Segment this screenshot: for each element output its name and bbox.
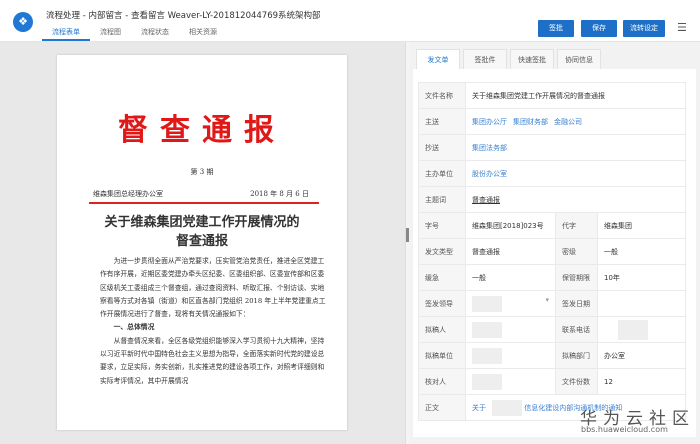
phone-value[interactable]: [597, 316, 686, 343]
red-divider: [89, 202, 319, 204]
title-line-1: 关于维森集团党建工作开展情况的: [104, 215, 300, 230]
dispatch-form-table: 文件名称 关于维森集团党建工作开展情况的督查通报 主送 集团办公厅 集团财务部 金融公司…: [418, 82, 686, 421]
recipient-link[interactable]: 集团财务部: [513, 118, 548, 126]
urgency-value[interactable]: 一般: [465, 264, 556, 291]
signer-select[interactable]: ▾: [465, 290, 556, 317]
splitter-handle[interactable]: [406, 228, 409, 242]
body-link-prefix: 关于: [472, 403, 486, 412]
label: 拟稿单位: [418, 342, 466, 369]
header: ❖ 流程处理 - 内部留言 - 查看留言 Weaver-LY-201812044…: [0, 0, 700, 42]
tab-resources[interactable]: 相关资源: [179, 26, 227, 41]
app-logo-icon: ❖: [13, 12, 33, 32]
label: 签发领导: [418, 290, 466, 317]
label: 代字: [555, 212, 598, 239]
issuing-org: 维森集团总经理办公室: [93, 190, 163, 198]
drafter-value[interactable]: [465, 316, 556, 343]
save-button[interactable]: 保存: [581, 20, 617, 37]
approve-button[interactable]: 签批: [538, 20, 574, 37]
code-value: 维森集团: [597, 212, 686, 239]
file-name-value[interactable]: 关于维森集团党建工作开展情况的督查通报: [465, 82, 686, 109]
secret-level-value[interactable]: 一般: [597, 238, 686, 265]
keyword-value[interactable]: 督查通报: [472, 196, 500, 204]
issue-date: 2018 年 8 月 6 日: [250, 190, 309, 198]
label: 字号: [418, 212, 466, 239]
recipient-link[interactable]: 金融公司: [554, 118, 582, 126]
watermark-url: bbs.huaweicloud.com: [581, 425, 668, 434]
tab-collab-info[interactable]: 协同信息: [557, 49, 601, 69]
cc-link[interactable]: 集团法务部: [472, 144, 507, 152]
document-viewer: 督查通报 第 3 期 维森集团总经理办公室 2018 年 8 月 6 日 关于维…: [0, 42, 405, 444]
tab-approval-doc[interactable]: 签批件: [463, 49, 507, 69]
label: 文件份数: [555, 368, 598, 395]
issue-number: 第 3 期: [190, 168, 214, 176]
chevron-down-icon[interactable]: ▾: [545, 296, 549, 304]
window-title: 流程处理 - 内部留言 - 查看留言 Weaver-LY-20181204476…: [46, 11, 321, 21]
transfer-settings-button[interactable]: 流转设定: [623, 20, 665, 37]
label: 正文: [418, 394, 466, 421]
title-line-2: 督查通报: [175, 234, 228, 249]
host-unit-link[interactable]: 股份办公室: [472, 170, 507, 178]
document-body: 为进一步贯彻全面从严治党要求，压实管党治党责任，推进全区党建工作有序开展，近期区…: [100, 255, 328, 388]
checker-value[interactable]: [465, 368, 556, 395]
label: 缓急: [418, 264, 466, 291]
tab-quick-approve[interactable]: 快速签批: [510, 49, 554, 69]
label: 签发日期: [555, 290, 598, 317]
tab-status[interactable]: 流程状态: [131, 26, 179, 41]
label: 核对人: [418, 368, 466, 395]
doc-type-value[interactable]: 督查通报: [465, 238, 556, 265]
label: 主送: [418, 108, 466, 135]
recipient-link[interactable]: 集团办公厅: [472, 118, 507, 126]
label: 抄送: [418, 134, 466, 161]
masthead: 督查通报: [118, 113, 286, 148]
sign-date-input[interactable]: [597, 290, 686, 317]
label: 联系电话: [555, 316, 598, 343]
tab-dispatch-form[interactable]: 发文单: [416, 49, 460, 69]
document-page: 督查通报 第 3 期 维森集团总经理办公室 2018 年 8 月 6 日 关于维…: [57, 55, 347, 430]
label: 发文类型: [418, 238, 466, 265]
label: 密级: [555, 238, 598, 265]
label: 主办单位: [418, 160, 466, 187]
tab-flowchart[interactable]: 流程图: [90, 26, 131, 41]
label: 拟稿人: [418, 316, 466, 343]
paragraph: 从督查情况来看，全区各级党组织能够深入学习贯彻十九大精神，坚持以习近平新时代中国…: [100, 336, 325, 385]
form-panel: 发文单 签批件 快速签批 协同信息 文件名称 关于维森集团党建工作开展情况的督查通…: [410, 42, 700, 444]
label: 文件名称: [418, 82, 466, 109]
tab-form[interactable]: 流程表单: [42, 26, 90, 41]
menu-icon[interactable]: ☰: [677, 21, 687, 34]
doc-number-value: 维森集团[2018]023号: [465, 212, 556, 239]
retention-value[interactable]: 10年: [597, 264, 686, 291]
copies-value[interactable]: 12: [597, 368, 686, 395]
label: 主题词: [418, 186, 466, 213]
document-title: 关于维森集团党建工作开展情况的 督查通报: [57, 213, 347, 251]
paragraph: 为进一步贯彻全面从严治党要求，压实管党治党责任，推进全区党建工作有序开展，近期区…: [100, 257, 326, 319]
draft-unit-value[interactable]: [465, 342, 556, 369]
draft-dept-value[interactable]: 办公室: [597, 342, 686, 369]
label: 拟稿部门: [555, 342, 598, 369]
section-heading: 一、总体情况: [113, 323, 155, 332]
label: 保管期限: [555, 264, 598, 291]
